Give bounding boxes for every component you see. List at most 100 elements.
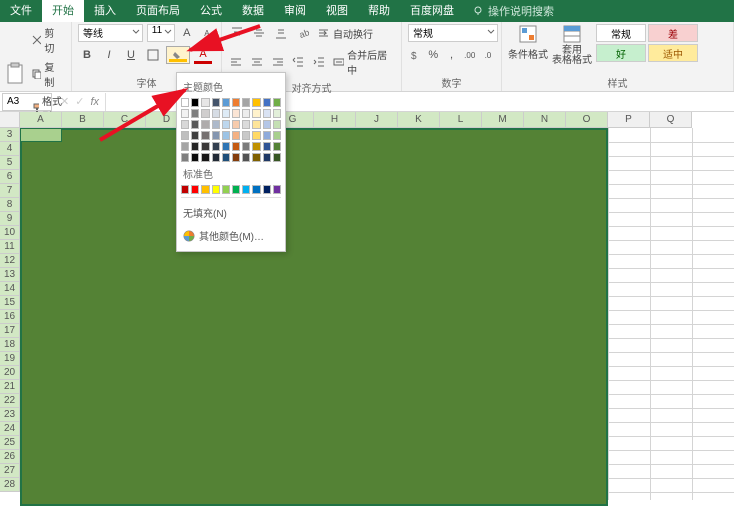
row-header-26[interactable]: 26 — [0, 450, 20, 464]
color-swatch[interactable] — [252, 153, 260, 162]
select-all-corner[interactable] — [0, 112, 20, 128]
col-header-Q[interactable]: Q — [650, 112, 692, 128]
color-swatch[interactable] — [273, 109, 281, 118]
color-swatch[interactable] — [273, 120, 281, 129]
color-swatch[interactable] — [242, 120, 250, 129]
font-name-select[interactable]: 等线 — [78, 24, 143, 42]
row-header-21[interactable]: 21 — [0, 380, 20, 394]
bold-button[interactable]: B — [78, 46, 96, 64]
row-header-10[interactable]: 10 — [0, 226, 20, 240]
color-swatch[interactable] — [232, 98, 240, 107]
color-swatch[interactable] — [252, 131, 260, 140]
row-header-11[interactable]: 11 — [0, 240, 20, 254]
border-button[interactable] — [144, 46, 162, 64]
cell-style-bad[interactable]: 差 — [648, 24, 698, 42]
color-swatch[interactable] — [222, 109, 230, 118]
cut-button[interactable]: 剪切 — [30, 24, 65, 56]
color-swatch[interactable] — [232, 142, 240, 151]
color-swatch[interactable] — [242, 142, 250, 151]
color-swatch[interactable] — [201, 120, 209, 129]
align-middle-button[interactable] — [250, 24, 268, 42]
cell-style-neutral[interactable]: 适中 — [648, 44, 698, 62]
font-size-select[interactable]: 11 — [147, 24, 175, 42]
col-header-O[interactable]: O — [566, 112, 608, 128]
color-swatch[interactable] — [232, 153, 240, 162]
row-header-4[interactable]: 4 — [0, 142, 20, 156]
color-swatch[interactable] — [191, 185, 199, 194]
row-header-17[interactable]: 17 — [0, 324, 20, 338]
font-color-button[interactable]: A — [194, 46, 212, 64]
color-swatch[interactable] — [201, 109, 209, 118]
color-swatch[interactable] — [201, 131, 209, 140]
color-swatch[interactable] — [201, 142, 209, 151]
row-header-8[interactable]: 8 — [0, 198, 20, 212]
color-swatch[interactable] — [181, 120, 189, 129]
color-swatch[interactable] — [263, 109, 271, 118]
fill-color-button[interactable] — [166, 46, 190, 64]
color-swatch[interactable] — [191, 131, 199, 140]
copy-button[interactable]: 复制 — [30, 58, 65, 90]
table-format-button[interactable]: 套用 表格格式 — [552, 24, 592, 66]
color-swatch[interactable] — [222, 131, 230, 140]
col-header-L[interactable]: L — [440, 112, 482, 128]
color-swatch[interactable] — [181, 109, 189, 118]
color-swatch[interactable] — [181, 185, 189, 194]
color-swatch[interactable] — [232, 109, 240, 118]
confirm-formula-icon[interactable]: ✓ — [75, 95, 84, 108]
color-swatch[interactable] — [191, 153, 199, 162]
color-swatch[interactable] — [273, 185, 281, 194]
color-swatch[interactable] — [252, 142, 260, 151]
tab-insert[interactable]: 插入 — [84, 0, 126, 22]
decrease-indent-button[interactable] — [290, 53, 307, 71]
row-header-14[interactable]: 14 — [0, 282, 20, 296]
italic-button[interactable]: I — [100, 46, 118, 64]
row-header-28[interactable]: 28 — [0, 478, 20, 492]
row-header-27[interactable]: 27 — [0, 464, 20, 478]
color-swatch[interactable] — [181, 131, 189, 140]
color-swatch[interactable] — [242, 153, 250, 162]
color-swatch[interactable] — [263, 131, 271, 140]
color-swatch[interactable] — [201, 98, 209, 107]
align-bottom-button[interactable] — [272, 24, 290, 42]
row-header-6[interactable]: 6 — [0, 170, 20, 184]
col-header-A[interactable]: A — [20, 112, 62, 128]
color-swatch[interactable] — [242, 109, 250, 118]
color-swatch[interactable] — [181, 98, 189, 107]
merge-center-button[interactable]: 合并后居中 — [331, 46, 395, 78]
col-header-J[interactable]: J — [356, 112, 398, 128]
row-header-25[interactable]: 25 — [0, 436, 20, 450]
col-header-M[interactable]: M — [482, 112, 524, 128]
col-header-H[interactable]: H — [314, 112, 356, 128]
cancel-formula-icon[interactable]: ✕ — [60, 95, 69, 108]
name-box[interactable]: A3 — [2, 93, 52, 111]
tab-formulas[interactable]: 公式 — [190, 0, 232, 22]
row-header-15[interactable]: 15 — [0, 296, 20, 310]
color-swatch[interactable] — [252, 98, 260, 107]
color-swatch[interactable] — [212, 120, 220, 129]
color-swatch[interactable] — [201, 185, 209, 194]
align-right-button[interactable] — [269, 53, 286, 71]
align-left-button[interactable] — [228, 53, 245, 71]
tab-help[interactable]: 帮助 — [358, 0, 400, 22]
conditional-format-button[interactable]: 条件格式 — [508, 24, 548, 61]
color-swatch[interactable] — [263, 98, 271, 107]
color-swatch[interactable] — [191, 120, 199, 129]
paste-button[interactable] — [6, 62, 26, 86]
color-swatch[interactable] — [263, 153, 271, 162]
color-swatch[interactable] — [232, 120, 240, 129]
color-swatch[interactable] — [232, 185, 240, 194]
color-swatch[interactable] — [242, 185, 250, 194]
color-swatch[interactable] — [232, 131, 240, 140]
orientation-button[interactable]: ab — [294, 24, 312, 42]
color-swatch[interactable] — [212, 142, 220, 151]
tab-home[interactable]: 开始 — [42, 0, 84, 22]
row-header-16[interactable]: 16 — [0, 310, 20, 324]
col-header-P[interactable]: P — [608, 112, 650, 128]
tell-me-search[interactable]: 操作说明搜索 — [472, 3, 554, 19]
color-swatch[interactable] — [273, 98, 281, 107]
color-swatch[interactable] — [212, 98, 220, 107]
color-swatch[interactable] — [273, 131, 281, 140]
color-swatch[interactable] — [191, 98, 199, 107]
color-swatch[interactable] — [222, 120, 230, 129]
col-header-C[interactable]: C — [104, 112, 146, 128]
